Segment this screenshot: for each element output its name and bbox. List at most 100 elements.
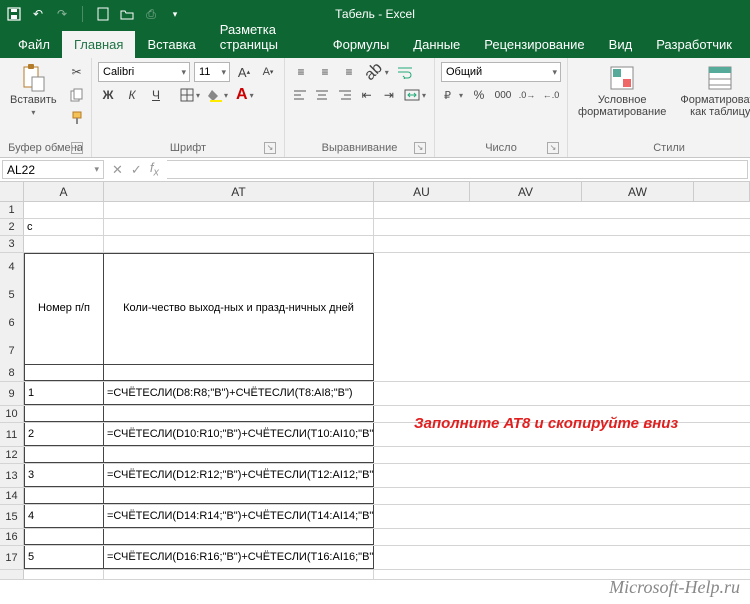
decrease-indent-icon[interactable]: ⇤ [358, 85, 376, 105]
cell[interactable] [470, 447, 582, 463]
cell[interactable] [374, 464, 470, 487]
cell[interactable] [582, 382, 694, 405]
cell[interactable] [24, 406, 104, 422]
number-format-combo[interactable]: Общий [441, 62, 561, 82]
font-size-combo[interactable]: 11 [194, 62, 230, 82]
cell[interactable] [582, 488, 694, 504]
col-header-av[interactable]: AV [470, 182, 582, 201]
cell[interactable] [24, 447, 104, 463]
cell[interactable] [374, 529, 470, 545]
row-header[interactable]: 2 [0, 219, 24, 235]
align-right-icon[interactable] [335, 85, 353, 105]
row-header[interactable]: 13 [0, 464, 24, 487]
cell[interactable] [24, 488, 104, 504]
cell[interactable] [104, 529, 374, 545]
cell[interactable] [374, 253, 470, 365]
new-file-icon[interactable] [95, 6, 111, 22]
alignment-dialog-launcher[interactable]: ↘ [414, 142, 426, 154]
cell[interactable] [374, 236, 470, 252]
cell[interactable] [374, 219, 470, 235]
cell[interactable] [582, 236, 694, 252]
cell-a9[interactable]: 1 [24, 382, 104, 405]
cell[interactable] [104, 406, 374, 422]
percent-icon[interactable]: % [469, 85, 489, 105]
tab-formulas[interactable]: Формулы [321, 31, 402, 58]
cell[interactable] [470, 219, 582, 235]
row-header[interactable]: 1 [0, 202, 24, 218]
orientation-button[interactable]: ab▾ [363, 62, 391, 82]
cell-at13[interactable]: =СЧЁТЕСЛИ(D12:R12;"В")+СЧЁТЕСЛИ(T12:AI12… [104, 464, 374, 487]
row-header-merged[interactable]: 4567 [0, 253, 24, 365]
name-box[interactable]: AL22 [2, 160, 104, 179]
font-color-button[interactable]: A▾ [234, 85, 256, 105]
cell[interactable] [24, 365, 104, 381]
cell[interactable] [374, 365, 470, 381]
row-header[interactable]: 14 [0, 488, 24, 504]
undo-icon[interactable]: ↶ [30, 6, 46, 22]
cell[interactable] [104, 570, 374, 579]
quick-print-icon[interactable]: ⎙ [143, 6, 159, 22]
increase-font-icon[interactable]: A▴ [234, 62, 254, 82]
row-header[interactable]: 9 [0, 382, 24, 405]
number-dialog-launcher[interactable]: ↘ [547, 142, 559, 154]
font-dialog-launcher[interactable]: ↘ [264, 142, 276, 154]
merge-button[interactable]: ▾ [402, 85, 428, 105]
cell[interactable] [582, 529, 694, 545]
cell[interactable] [470, 365, 582, 381]
col-header-au[interactable]: AU [374, 182, 470, 201]
cell-header-a[interactable]: Номер п/п [24, 253, 104, 365]
cell-a11[interactable]: 2 [24, 423, 104, 446]
worksheet-grid[interactable]: A AT AU AV AW 1 2с 3 4567 Номер п/п Коли… [0, 182, 750, 580]
cell-header-at[interactable]: Коли-чество выход-ных и празд-ничных дне… [104, 253, 374, 365]
format-painter-icon[interactable] [67, 108, 87, 128]
row-header[interactable]: 12 [0, 447, 24, 463]
tab-review[interactable]: Рецензирование [472, 31, 596, 58]
cell[interactable] [470, 529, 582, 545]
clipboard-dialog-launcher[interactable]: ↘ [71, 142, 83, 154]
cell-at15[interactable]: =СЧЁТЕСЛИ(D14:R14;"В")+СЧЁТЕСЛИ(T14:AI14… [104, 505, 374, 528]
row-header[interactable]: 3 [0, 236, 24, 252]
cut-icon[interactable]: ✂ [67, 62, 87, 82]
insert-function-icon[interactable]: fx [150, 160, 159, 179]
col-header-aw[interactable]: AW [582, 182, 694, 201]
tab-insert[interactable]: Вставка [135, 31, 207, 58]
borders-button[interactable]: ▾ [178, 85, 202, 105]
cell-a15[interactable]: 4 [24, 505, 104, 528]
decrease-decimal-icon[interactable]: ←.0 [541, 85, 561, 105]
cell[interactable] [470, 236, 582, 252]
format-as-table-button[interactable]: Форматировать как таблицу [676, 62, 750, 120]
cancel-formula-icon[interactable]: ✕ [112, 162, 123, 178]
cell[interactable] [374, 447, 470, 463]
underline-button[interactable]: Ч [146, 85, 166, 105]
cell[interactable] [582, 202, 694, 218]
tab-data[interactable]: Данные [401, 31, 472, 58]
cell[interactable] [582, 546, 694, 569]
align-center-icon[interactable] [313, 85, 331, 105]
row-header[interactable]: 11 [0, 423, 24, 446]
col-header-a[interactable]: A [24, 182, 104, 201]
row-header[interactable]: 16 [0, 529, 24, 545]
align-middle-icon[interactable]: ≡ [315, 62, 335, 82]
select-all-corner[interactable] [0, 182, 24, 201]
paste-button[interactable]: Вставить ▾ [6, 62, 61, 119]
cell[interactable] [582, 253, 694, 365]
cell[interactable] [24, 529, 104, 545]
cell[interactable] [104, 488, 374, 504]
cell[interactable] [374, 488, 470, 504]
decrease-font-icon[interactable]: A▾ [258, 62, 278, 82]
cell[interactable] [470, 546, 582, 569]
formula-input[interactable] [167, 160, 748, 179]
cell[interactable] [104, 219, 374, 235]
tab-page-layout[interactable]: Разметка страницы [208, 16, 321, 58]
comma-style-icon[interactable]: 000 [493, 85, 513, 105]
accounting-format-icon[interactable]: ₽▾ [441, 85, 465, 105]
cell-at9[interactable]: =СЧЁТЕСЛИ(D8:R8;"В")+СЧЁТЕСЛИ(T8:AI8;"В"… [104, 382, 374, 405]
cell-a2[interactable]: с [24, 219, 104, 235]
wrap-text-icon[interactable] [395, 62, 415, 82]
align-top-icon[interactable]: ≡ [291, 62, 311, 82]
cell[interactable] [470, 382, 582, 405]
cell[interactable] [104, 236, 374, 252]
cell-at17[interactable]: =СЧЁТЕСЛИ(D16:R16;"В")+СЧЁТЕСЛИ(T16:AI16… [104, 546, 374, 569]
tab-developer[interactable]: Разработчик [644, 31, 744, 58]
increase-decimal-icon[interactable]: .0→ [517, 85, 537, 105]
